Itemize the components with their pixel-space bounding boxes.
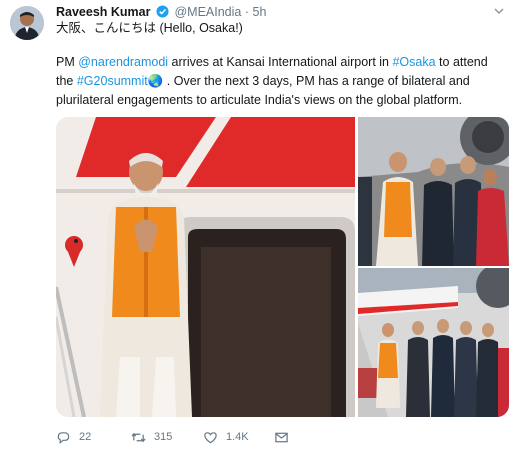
tweet-first-line: 大阪、こんにちは (Hello, Osaka!) [56,21,243,35]
like-count: 1.4K [226,431,249,443]
author-name[interactable]: Raveesh Kumar [56,5,151,19]
verified-badge-icon [156,5,169,18]
direct-message-icon [275,432,288,442]
separator-dot: · [244,5,250,19]
tweet-text: PM @narendramodi arrives at Kansai Inter… [56,53,508,110]
media-grid [56,117,509,417]
author-handle[interactable]: @MEAIndia [174,5,241,19]
direct-message-button[interactable] [274,427,297,447]
photo-arrival-at-aircraft-door[interactable] [56,117,355,417]
body-text: PM [56,55,79,69]
photo-greeting-delegation[interactable] [358,117,509,266]
hashtag-link[interactable]: #Osaka [392,55,435,69]
like-icon [204,431,217,443]
tweet-time[interactable]: 5h [253,5,267,19]
chevron-down-icon[interactable] [492,4,506,18]
tweet-header: Raveesh Kumar @MEAIndia · 5h [56,4,266,20]
hashtag-link[interactable]: #G20summit [77,74,148,88]
avatar[interactable] [10,6,44,40]
photo-walking-on-tarmac[interactable] [358,268,509,417]
reply-icon [57,431,70,444]
tweet-actions: 22 315 1.4K [56,427,356,447]
globe-emoji-icon: 🌏 [147,74,164,88]
body-text: arrives at Kansai International airport … [168,55,393,69]
retweet-count: 315 [154,431,173,443]
like-button[interactable]: 1.4K [203,427,249,447]
reply-count: 22 [79,431,92,443]
mention-link[interactable]: @narendramodi [78,55,168,69]
retweet-button[interactable]: 315 [131,427,172,447]
retweet-icon [131,432,146,442]
reply-button[interactable]: 22 [56,427,91,447]
